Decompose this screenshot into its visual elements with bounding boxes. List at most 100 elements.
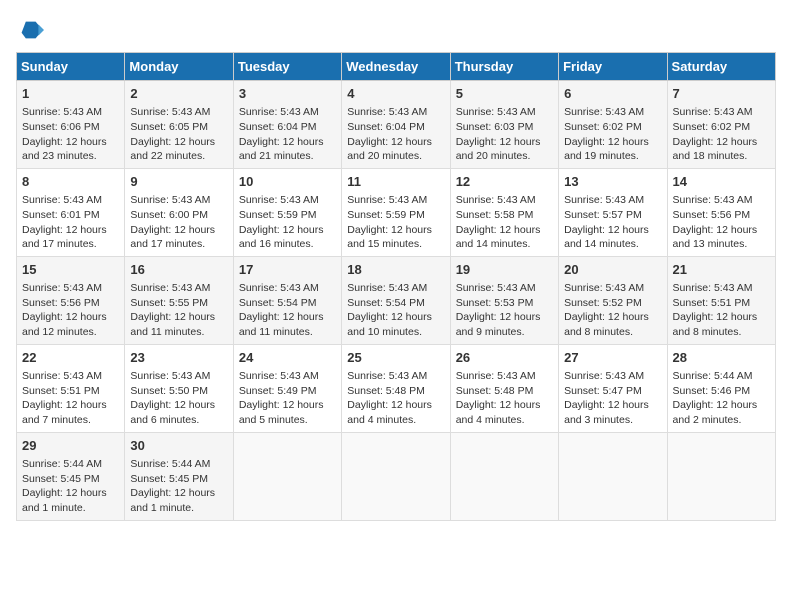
sunrise: Sunrise: 5:43 AM	[673, 106, 753, 118]
sunrise: Sunrise: 5:44 AM	[673, 370, 753, 382]
sunset: Sunset: 5:45 PM	[130, 473, 208, 485]
calendar-cell: 24Sunrise: 5:43 AMSunset: 5:49 PMDayligh…	[233, 344, 341, 432]
calendar-cell: 27Sunrise: 5:43 AMSunset: 5:47 PMDayligh…	[559, 344, 667, 432]
sunset: Sunset: 6:04 PM	[239, 121, 317, 133]
calendar-cell: 19Sunrise: 5:43 AMSunset: 5:53 PMDayligh…	[450, 256, 558, 344]
daylight: Daylight: 12 hours and 22 minutes.	[130, 136, 215, 163]
weekday-header-thursday: Thursday	[450, 53, 558, 81]
daylight: Daylight: 12 hours and 21 minutes.	[239, 136, 324, 163]
calendar-cell: 7Sunrise: 5:43 AMSunset: 6:02 PMDaylight…	[667, 81, 775, 169]
sunset: Sunset: 5:54 PM	[239, 297, 317, 309]
sunset: Sunset: 5:50 PM	[130, 385, 208, 397]
day-number: 8	[22, 173, 119, 191]
sunrise: Sunrise: 5:43 AM	[239, 106, 319, 118]
daylight: Daylight: 12 hours and 8 minutes.	[564, 311, 649, 338]
sunrise: Sunrise: 5:43 AM	[22, 194, 102, 206]
day-number: 6	[564, 85, 661, 103]
calendar-cell: 25Sunrise: 5:43 AMSunset: 5:48 PMDayligh…	[342, 344, 450, 432]
daylight: Daylight: 12 hours and 1 minute.	[130, 487, 215, 514]
sunset: Sunset: 6:02 PM	[564, 121, 642, 133]
daylight: Daylight: 12 hours and 23 minutes.	[22, 136, 107, 163]
daylight: Daylight: 12 hours and 12 minutes.	[22, 311, 107, 338]
calendar-cell: 8Sunrise: 5:43 AMSunset: 6:01 PMDaylight…	[17, 168, 125, 256]
calendar-cell: 13Sunrise: 5:43 AMSunset: 5:57 PMDayligh…	[559, 168, 667, 256]
calendar-cell: 17Sunrise: 5:43 AMSunset: 5:54 PMDayligh…	[233, 256, 341, 344]
sunrise: Sunrise: 5:43 AM	[347, 194, 427, 206]
daylight: Daylight: 12 hours and 11 minutes.	[130, 311, 215, 338]
weekday-header-sunday: Sunday	[17, 53, 125, 81]
daylight: Daylight: 12 hours and 20 minutes.	[456, 136, 541, 163]
sunrise: Sunrise: 5:44 AM	[22, 458, 102, 470]
sunset: Sunset: 5:46 PM	[673, 385, 751, 397]
calendar-cell: 20Sunrise: 5:43 AMSunset: 5:52 PMDayligh…	[559, 256, 667, 344]
page-header	[16, 16, 776, 44]
calendar-cell: 23Sunrise: 5:43 AMSunset: 5:50 PMDayligh…	[125, 344, 233, 432]
daylight: Daylight: 12 hours and 17 minutes.	[22, 224, 107, 251]
day-number: 21	[673, 261, 770, 279]
sunset: Sunset: 6:06 PM	[22, 121, 100, 133]
sunrise: Sunrise: 5:43 AM	[456, 106, 536, 118]
daylight: Daylight: 12 hours and 11 minutes.	[239, 311, 324, 338]
calendar-week-row: 29Sunrise: 5:44 AMSunset: 5:45 PMDayligh…	[17, 432, 776, 520]
sunset: Sunset: 5:51 PM	[673, 297, 751, 309]
day-number: 22	[22, 349, 119, 367]
daylight: Daylight: 12 hours and 15 minutes.	[347, 224, 432, 251]
calendar-week-row: 15Sunrise: 5:43 AMSunset: 5:56 PMDayligh…	[17, 256, 776, 344]
daylight: Daylight: 12 hours and 14 minutes.	[564, 224, 649, 251]
calendar-week-row: 8Sunrise: 5:43 AMSunset: 6:01 PMDaylight…	[17, 168, 776, 256]
calendar-cell: 5Sunrise: 5:43 AMSunset: 6:03 PMDaylight…	[450, 81, 558, 169]
calendar-cell: 28Sunrise: 5:44 AMSunset: 5:46 PMDayligh…	[667, 344, 775, 432]
daylight: Daylight: 12 hours and 13 minutes.	[673, 224, 758, 251]
sunrise: Sunrise: 5:43 AM	[673, 282, 753, 294]
sunrise: Sunrise: 5:43 AM	[130, 194, 210, 206]
sunrise: Sunrise: 5:43 AM	[673, 194, 753, 206]
sunset: Sunset: 5:59 PM	[347, 209, 425, 221]
sunrise: Sunrise: 5:43 AM	[239, 282, 319, 294]
day-number: 25	[347, 349, 444, 367]
sunrise: Sunrise: 5:43 AM	[22, 370, 102, 382]
logo-icon	[16, 16, 44, 44]
day-number: 11	[347, 173, 444, 191]
sunset: Sunset: 5:52 PM	[564, 297, 642, 309]
logo	[16, 16, 48, 44]
sunset: Sunset: 5:53 PM	[456, 297, 534, 309]
sunset: Sunset: 5:49 PM	[239, 385, 317, 397]
sunset: Sunset: 5:58 PM	[456, 209, 534, 221]
calendar-cell: 9Sunrise: 5:43 AMSunset: 6:00 PMDaylight…	[125, 168, 233, 256]
daylight: Daylight: 12 hours and 4 minutes.	[456, 399, 541, 426]
calendar-table: SundayMondayTuesdayWednesdayThursdayFrid…	[16, 52, 776, 521]
day-number: 4	[347, 85, 444, 103]
calendar-cell: 6Sunrise: 5:43 AMSunset: 6:02 PMDaylight…	[559, 81, 667, 169]
sunset: Sunset: 5:47 PM	[564, 385, 642, 397]
weekday-header-tuesday: Tuesday	[233, 53, 341, 81]
sunrise: Sunrise: 5:43 AM	[347, 106, 427, 118]
sunset: Sunset: 5:48 PM	[347, 385, 425, 397]
sunset: Sunset: 5:54 PM	[347, 297, 425, 309]
calendar-cell: 18Sunrise: 5:43 AMSunset: 5:54 PMDayligh…	[342, 256, 450, 344]
calendar-cell: 29Sunrise: 5:44 AMSunset: 5:45 PMDayligh…	[17, 432, 125, 520]
day-number: 3	[239, 85, 336, 103]
calendar-cell	[450, 432, 558, 520]
calendar-cell: 30Sunrise: 5:44 AMSunset: 5:45 PMDayligh…	[125, 432, 233, 520]
sunrise: Sunrise: 5:43 AM	[130, 370, 210, 382]
calendar-cell: 10Sunrise: 5:43 AMSunset: 5:59 PMDayligh…	[233, 168, 341, 256]
sunrise: Sunrise: 5:43 AM	[239, 194, 319, 206]
daylight: Daylight: 12 hours and 5 minutes.	[239, 399, 324, 426]
sunrise: Sunrise: 5:43 AM	[456, 370, 536, 382]
sunset: Sunset: 5:56 PM	[22, 297, 100, 309]
daylight: Daylight: 12 hours and 2 minutes.	[673, 399, 758, 426]
calendar-cell: 14Sunrise: 5:43 AMSunset: 5:56 PMDayligh…	[667, 168, 775, 256]
day-number: 16	[130, 261, 227, 279]
day-number: 20	[564, 261, 661, 279]
daylight: Daylight: 12 hours and 7 minutes.	[22, 399, 107, 426]
day-number: 19	[456, 261, 553, 279]
calendar-cell: 12Sunrise: 5:43 AMSunset: 5:58 PMDayligh…	[450, 168, 558, 256]
sunrise: Sunrise: 5:43 AM	[130, 282, 210, 294]
sunset: Sunset: 5:56 PM	[673, 209, 751, 221]
calendar-cell: 26Sunrise: 5:43 AMSunset: 5:48 PMDayligh…	[450, 344, 558, 432]
daylight: Daylight: 12 hours and 20 minutes.	[347, 136, 432, 163]
sunrise: Sunrise: 5:43 AM	[239, 370, 319, 382]
daylight: Daylight: 12 hours and 16 minutes.	[239, 224, 324, 251]
daylight: Daylight: 12 hours and 9 minutes.	[456, 311, 541, 338]
calendar-cell	[342, 432, 450, 520]
